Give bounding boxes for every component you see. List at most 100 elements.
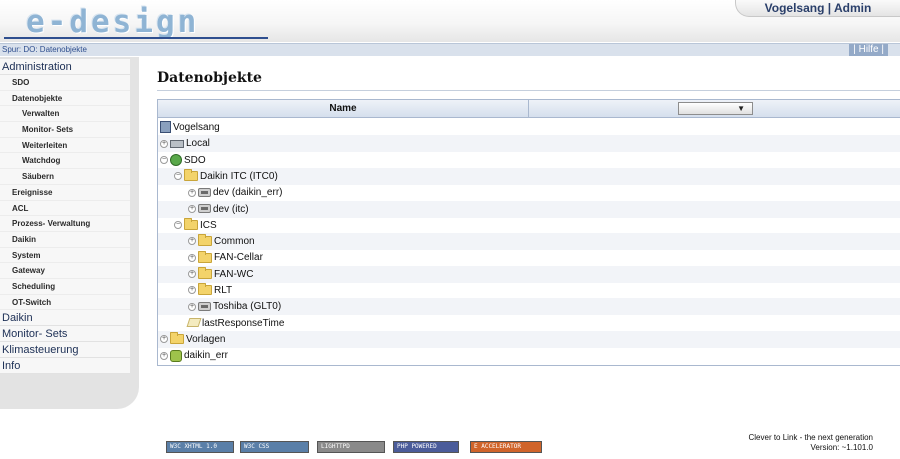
attribute-icon — [186, 318, 202, 328]
tree-row[interactable]: + RLT — [158, 282, 900, 299]
sidebar-item-ereignisse[interactable]: Ereignisse — [0, 185, 130, 201]
tree-node: + Common — [188, 233, 255, 250]
expand-icon[interactable]: + — [188, 286, 196, 295]
tree-row[interactable]: + Vorlagen — [158, 330, 900, 348]
sidebar-item-gateway[interactable]: Gateway — [0, 263, 130, 279]
expand-icon[interactable]: + — [160, 335, 168, 344]
footer-badge[interactable]: PHP POWERED — [393, 441, 459, 453]
tree-node-label[interactable]: RLT — [214, 285, 232, 296]
tree-node-label[interactable]: Vogelsang — [173, 122, 220, 133]
expand-icon[interactable]: + — [188, 302, 196, 311]
sidebar-item-scheduling[interactable]: Scheduling — [0, 279, 130, 295]
tree-node-label[interactable]: Local — [186, 138, 210, 149]
tree-node: Vogelsang — [160, 119, 220, 136]
page-title: Datenobjekte — [157, 70, 262, 86]
expand-icon[interactable]: + — [188, 253, 196, 262]
sidebar-item-s-ubern[interactable]: Säubern — [0, 169, 130, 185]
collapse-icon[interactable]: − — [174, 172, 182, 181]
breadcrumb-bar: Spur: DO: Datenobjekte | Hilfe | — [0, 43, 900, 56]
expand-icon[interactable]: + — [188, 188, 196, 197]
footer-badge[interactable]: LIGHTTPD — [317, 441, 385, 453]
tree-node-label[interactable]: ICS — [200, 220, 217, 231]
sidebar-item-klimasteuerung[interactable]: Klimasteuerung — [0, 342, 130, 359]
sidebar-item-datenobjekte[interactable]: Datenobjekte — [0, 91, 130, 107]
expand-icon[interactable]: + — [160, 351, 168, 360]
footer-badge[interactable]: W3C XHTML 1.0 — [166, 441, 234, 453]
help-link[interactable]: | Hilfe | — [849, 44, 888, 56]
folder-icon — [184, 169, 198, 182]
sidebar-item-prozess-verwaltung[interactable]: Prozess- Verwaltung — [0, 216, 130, 232]
tree-node: − SDO — [160, 152, 206, 169]
tree-row[interactable]: Vogelsang — [158, 119, 900, 136]
user-tab[interactable]: Vogelsang | Admin — [735, 0, 900, 17]
tree-row[interactable]: − SDO — [158, 152, 900, 169]
tree-node-label[interactable]: lastResponseTime — [202, 318, 284, 329]
tree-node-label[interactable]: Vorlagen — [186, 334, 225, 345]
expand-icon[interactable]: + — [188, 270, 196, 279]
tree-node-label[interactable]: dev (itc) — [213, 204, 249, 215]
tree-row[interactable]: + Toshiba (GLT0) — [158, 298, 900, 316]
expand-icon[interactable]: + — [188, 237, 196, 246]
folder-icon — [198, 283, 212, 296]
tree-node: lastResponseTime — [186, 315, 284, 332]
tree-node-label[interactable]: Common — [214, 236, 255, 247]
tree-node: + FAN-WC — [188, 266, 253, 283]
drive-icon — [170, 139, 184, 148]
app-logo[interactable]: e-design — [26, 4, 199, 40]
tree-node-label[interactable]: Toshiba (GLT0) — [213, 301, 281, 312]
sidebar-item-ot-switch[interactable]: OT-Switch — [0, 295, 130, 311]
footer-version: Version: ~1.101.0 — [810, 443, 874, 452]
device-icon — [198, 188, 211, 198]
tree-node: − ICS — [174, 217, 217, 234]
sidebar-item-system[interactable]: System — [0, 248, 130, 264]
expand-icon[interactable]: + — [160, 139, 168, 148]
collapse-icon[interactable]: − — [174, 221, 182, 230]
tree-row[interactable]: lastResponseTime — [158, 315, 900, 332]
sidebar-item-watchdog[interactable]: Watchdog — [0, 153, 130, 170]
tree-row[interactable]: − Daikin ITC (ITC0) — [158, 167, 900, 185]
header-bar: e-design Vogelsang | Admin — [0, 0, 900, 42]
tree-node: + Vorlagen — [160, 331, 225, 348]
tree-node: + daikin_err — [160, 347, 228, 364]
expand-icon[interactable]: + — [188, 204, 196, 213]
footer-badge[interactable]: W3C CSS — [240, 441, 309, 453]
filter-select[interactable]: ▼ — [678, 102, 753, 115]
tree-node-label[interactable]: dev (daikin_err) — [213, 187, 282, 198]
sidebar-item-acl[interactable]: ACL — [0, 201, 130, 217]
tree-node: + dev (itc) — [188, 201, 249, 218]
tree-node: + Toshiba (GLT0) — [188, 298, 281, 315]
folder-icon — [184, 218, 198, 231]
tree-node: + Local — [160, 135, 210, 152]
tree-node-label[interactable]: Daikin ITC (ITC0) — [200, 171, 278, 182]
sidebar-item-verwalten[interactable]: Verwalten — [0, 106, 130, 123]
sidebar-item-weiterleiten[interactable]: Weiterleiten — [0, 138, 130, 154]
sidebar-item-info[interactable]: Info — [0, 358, 130, 375]
tree-row[interactable]: + FAN-WC — [158, 265, 900, 283]
column-header-name[interactable]: Name — [158, 100, 529, 117]
sidebar-item-daikin[interactable]: Daikin — [0, 310, 130, 327]
tree-row[interactable]: + dev (itc) — [158, 200, 900, 218]
sidebar-item-daikin[interactable]: Daikin — [0, 232, 130, 248]
collapse-icon[interactable]: − — [160, 155, 168, 164]
tree-row[interactable]: + FAN-Cellar — [158, 249, 900, 266]
tree-row[interactable]: + Local — [158, 135, 900, 153]
folder-icon — [198, 250, 212, 263]
sidebar-menu: Administration SDO Datenobjekte Verwalten Mo… — [0, 59, 130, 375]
sidebar-item-sdo[interactable]: SDO — [0, 75, 130, 91]
tree-row[interactable]: − ICS — [158, 217, 900, 234]
sidebar-item-monitor-sets[interactable]: Monitor- Sets — [0, 326, 130, 343]
tree-row[interactable]: + daikin_err — [158, 347, 900, 364]
footer-info: Clever to Link - the next generation Ver… — [748, 433, 873, 453]
tree-node-label[interactable]: FAN-Cellar — [214, 252, 263, 263]
sidebar-item-administration[interactable]: Administration — [0, 59, 130, 75]
tree-node-label[interactable]: daikin_err — [184, 350, 228, 361]
tree-row[interactable]: + Common — [158, 233, 900, 251]
tree-row[interactable]: + dev (daikin_err) — [158, 184, 900, 201]
tree-node-label[interactable]: SDO — [184, 155, 206, 166]
sidebar-item-monitor-sets[interactable]: Monitor- Sets — [0, 122, 130, 138]
tree-node: + FAN-Cellar — [188, 249, 263, 266]
breadcrumb[interactable]: Spur: DO: Datenobjekte — [2, 44, 87, 56]
footer-badge[interactable]: E ACCELERATOR — [470, 441, 542, 453]
folder-icon — [170, 332, 184, 345]
tree-node-label[interactable]: FAN-WC — [214, 269, 253, 280]
